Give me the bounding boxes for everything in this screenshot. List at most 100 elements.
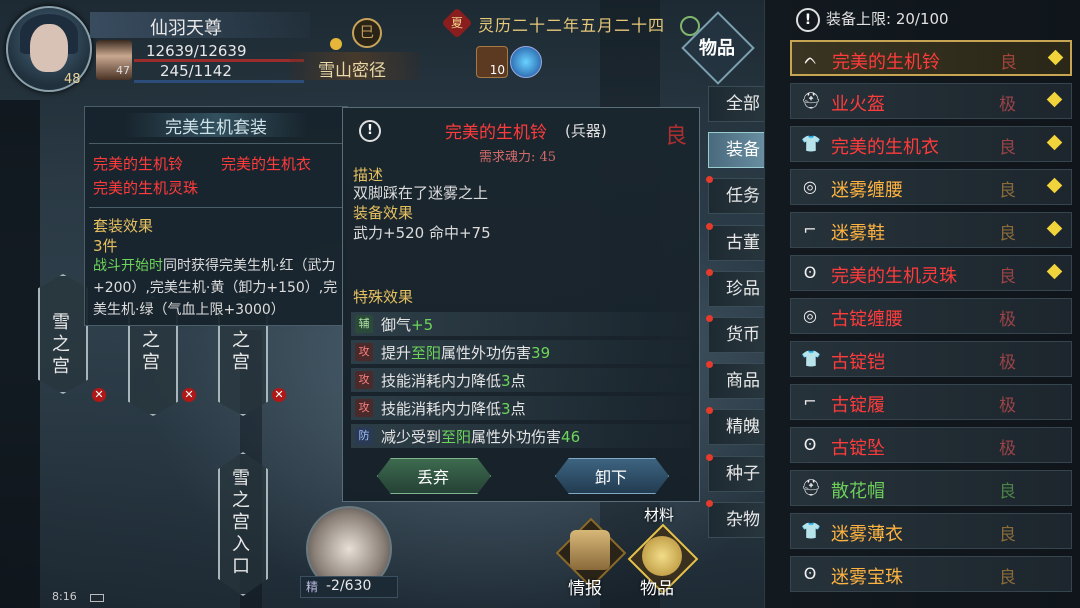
pendant-icon: ʘ	[803, 435, 817, 454]
info-icon[interactable]: !	[359, 120, 381, 142]
item-name: 迷雾薄衣	[831, 524, 903, 545]
mp-bar	[134, 80, 304, 83]
notification-dot	[706, 315, 713, 322]
discard-button[interactable]: 丢弃	[377, 458, 491, 494]
robe-icon: 👕	[801, 521, 821, 540]
effect-tag: 攻	[355, 371, 373, 389]
special-effect-row: 辅御气+5	[351, 312, 691, 336]
inventory-item[interactable]: ʘ 完美的生机灵珠 良	[790, 255, 1072, 291]
inventory-item[interactable]: ⌐ 古锭履 极	[790, 384, 1072, 420]
player-level: 48	[64, 72, 81, 87]
effect-text: 减少受到至阳属性外功伤害46	[381, 428, 581, 446]
inventory-item[interactable]: ⌐ 迷雾鞋 良	[790, 212, 1072, 248]
buff-icon[interactable]: 10	[476, 46, 508, 78]
materials-label[interactable]: 材料	[644, 504, 674, 525]
item-grade: 良	[999, 267, 1016, 287]
helmet-icon: ⛑	[801, 91, 822, 110]
game-scene: 48 仙羽天尊 47 12639/12639 245/1142 巳 雪山密径 夏…	[0, 0, 1080, 608]
capacity-info-icon[interactable]: !	[796, 8, 820, 32]
item-name: 散花帽	[831, 481, 885, 502]
map-node-label: 雪之宫入口	[232, 468, 250, 577]
item-requirement: 需求魂力: 45	[479, 150, 557, 165]
inventory-item[interactable]: ʘ 古锭坠 极	[790, 427, 1072, 463]
pendant-icon: ʘ	[803, 263, 817, 282]
pet-label: 精	[306, 580, 319, 594]
item-name: 完美的生机铃	[445, 123, 547, 143]
capacity-label: 装备上限: 20/100	[826, 10, 949, 28]
inventory-item[interactable]: 👕 迷雾薄衣 良	[790, 513, 1072, 549]
item-grade: 良	[999, 224, 1016, 244]
notification-dot	[706, 222, 713, 230]
inventory-item[interactable]: ʘ 迷雾宝珠 良	[790, 556, 1072, 592]
item-grade: 极	[999, 396, 1016, 416]
item-grade: 良	[999, 568, 1016, 588]
effect-tag: 防	[355, 427, 373, 445]
pet-value: -2/630	[326, 578, 372, 594]
inventory-item[interactable]: 👕 完美的生机衣 良	[790, 126, 1072, 162]
helmet-icon: ⛑	[801, 478, 822, 497]
special-effect-row: 攻技能消耗内力降低3点	[351, 396, 691, 420]
equipped-diamond-icon	[1046, 91, 1063, 108]
equipped-diamond-icon	[1047, 49, 1064, 66]
item-grade: 良	[999, 138, 1016, 158]
inventory-item[interactable]: ᨈ 完美的生机铃 良	[790, 40, 1072, 76]
item-name: 迷雾鞋	[831, 223, 885, 244]
armor-icon: 👕	[801, 349, 821, 368]
location-name: 雪山密径	[318, 61, 386, 81]
set-piece: 完美的生机灵珠	[93, 179, 199, 197]
companion-level: 47	[116, 64, 130, 77]
set-effect-label: 套装效果	[93, 217, 154, 235]
divider	[89, 207, 343, 208]
special-effect-row: 防减少受到至阳属性外功伤害46	[351, 424, 691, 448]
divider	[89, 143, 343, 144]
desc-text: 双脚踩在了迷雾之上	[353, 184, 489, 202]
item-grade: 良	[999, 482, 1016, 502]
item-name: 完美的生机铃	[832, 52, 940, 73]
game-date: 灵历二十二年五月二十四	[478, 16, 666, 35]
map-node-label: 之宫	[142, 330, 160, 373]
effect-tag: 攻	[355, 399, 373, 417]
effect-text: 提升至阳属性外功伤害39	[381, 344, 551, 362]
item-grade: 良	[665, 124, 688, 149]
orb-buff-icon[interactable]	[510, 46, 542, 78]
item-detail-panel: ! 完美的生机铃 (兵器) 良 需求魂力: 45 描述 双脚踩在了迷雾之上 装备…	[342, 107, 700, 502]
item-name: 业火盔	[831, 94, 885, 115]
notification-dot	[706, 268, 713, 276]
inventory-item[interactable]: ⛑ 散花帽 良	[790, 470, 1072, 506]
items-label: 物品	[640, 579, 674, 599]
item-name: 古锭坠	[831, 438, 885, 459]
inventory-item[interactable]: 👕 古锭铠 极	[790, 341, 1072, 377]
set-piece: 完美的生机衣	[221, 155, 312, 173]
belt-icon: ◎	[803, 177, 817, 196]
time-period-badge: 巳	[352, 18, 382, 48]
robe-icon: 👕	[801, 134, 821, 153]
tree-silhouette	[0, 100, 40, 608]
unequip-button[interactable]: 卸下	[555, 458, 669, 494]
notification-dot	[706, 176, 713, 184]
locked-x-icon: ✕	[272, 388, 286, 402]
inventory-item[interactable]: ◎ 古锭缠腰 极	[790, 298, 1072, 334]
inventory-item[interactable]: ⛑ 业火盔 极	[790, 83, 1072, 119]
inventory-title-text: 物品	[699, 38, 735, 59]
equip-effect-label: 装备效果	[353, 204, 414, 222]
equipped-diamond-icon	[1046, 263, 1063, 280]
item-grade: 极	[999, 95, 1016, 115]
map-node-label: 之宫	[232, 330, 250, 373]
player-name: 仙羽天尊	[150, 18, 222, 39]
inventory-item[interactable]: ◎ 迷雾缠腰 良	[790, 169, 1072, 205]
set-piece: 完美的生机铃	[93, 155, 184, 173]
locked-x-icon: ✕	[92, 388, 106, 402]
effect-text: 技能消耗内力降低3点	[381, 400, 526, 418]
equipped-diamond-icon	[1046, 220, 1063, 237]
equipped-diamond-icon	[1046, 134, 1063, 151]
item-grade: 良	[1000, 53, 1017, 73]
shoes-icon: ⌐	[803, 220, 817, 239]
bag-icon	[642, 536, 682, 576]
item-name: 古锭履	[831, 395, 885, 416]
belt-icon: ◎	[803, 306, 817, 325]
notification-dot	[706, 499, 713, 507]
bell-icon: ᨈ	[804, 49, 818, 68]
item-grade: 良	[999, 525, 1016, 545]
mp-value: 245/1142	[160, 62, 232, 80]
unequip-label: 卸下	[594, 468, 627, 487]
